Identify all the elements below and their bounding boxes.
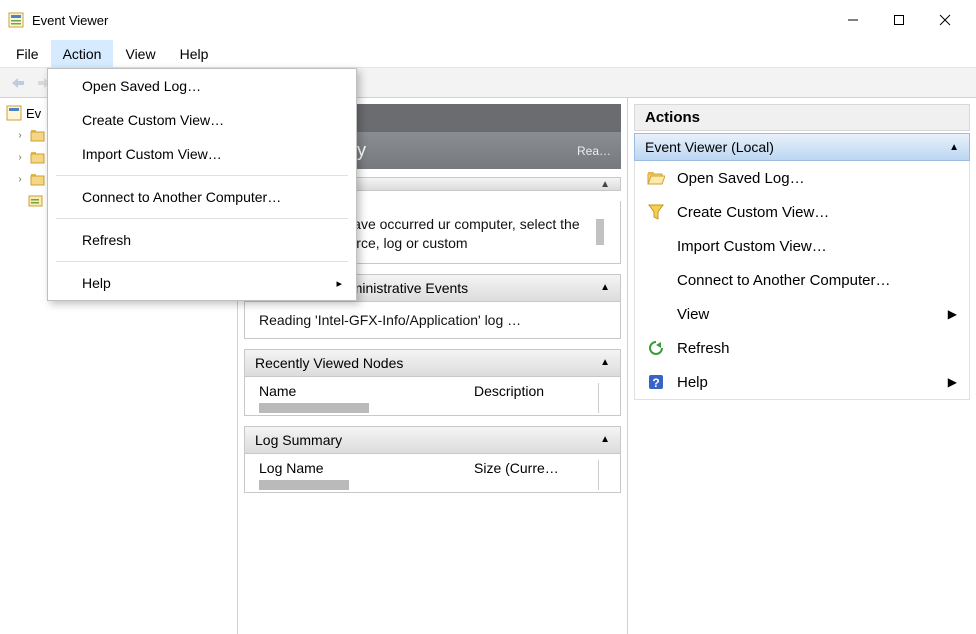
log-summary-group: Log Summary ▲ Log Name Size (Curre… <box>244 426 621 493</box>
actions-list: Open Saved Log… Create Custom View… Impo… <box>634 161 970 400</box>
action-help-submenu[interactable]: ? Help ▶ <box>635 365 969 399</box>
action-open-saved-log[interactable]: Open Saved Log… <box>635 161 969 195</box>
menu-separator <box>56 218 348 219</box>
action-view-submenu[interactable]: View ▶ <box>635 297 969 331</box>
actions-pane: Actions Event Viewer (Local) ▲ Open Save… <box>628 98 976 634</box>
app-small-icon <box>6 105 22 121</box>
collapse-icon[interactable]: ▲ <box>949 142 959 153</box>
menu-refresh[interactable]: Refresh <box>48 223 356 257</box>
close-button[interactable] <box>922 4 968 36</box>
menu-separator <box>56 175 348 176</box>
recent-nodes-columns: Name Description <box>245 377 620 415</box>
tree-expander-icon[interactable]: › <box>14 130 26 141</box>
column-size[interactable]: Size (Curre… <box>474 460 559 476</box>
column-description[interactable]: Description <box>474 383 544 399</box>
menu-help-submenu[interactable]: Help▸ <box>48 266 356 300</box>
collapse-icon[interactable]: ▲ <box>600 282 610 293</box>
funnel-icon <box>647 203 665 221</box>
loading-bar <box>259 403 369 413</box>
menu-bar: File Action View Help <box>0 40 976 68</box>
menu-separator <box>56 261 348 262</box>
menu-action[interactable]: Action <box>51 40 114 67</box>
recent-nodes-header[interactable]: Recently Viewed Nodes ▲ <box>245 350 620 377</box>
collapse-icon[interactable]: ▲ <box>600 357 610 368</box>
scrollbar-thumb[interactable] <box>596 215 606 245</box>
folder-open-icon <box>647 169 665 187</box>
menu-open-saved-log[interactable]: Open Saved Log… <box>48 69 356 103</box>
action-label: Import Custom View… <box>677 238 827 255</box>
collapse-icon[interactable]: ▲ <box>600 434 610 445</box>
action-connect-computer[interactable]: Connect to Another Computer… <box>635 263 969 297</box>
blank-icon <box>647 271 665 289</box>
tree-expander-icon[interactable]: › <box>14 152 26 163</box>
action-label: Open Saved Log… <box>677 170 805 187</box>
blank-icon <box>647 237 665 255</box>
folder-icon <box>30 127 46 143</box>
subscriptions-icon <box>28 193 44 209</box>
menu-import-custom-view[interactable]: Import Custom View… <box>48 137 356 171</box>
actions-section-header[interactable]: Event Viewer (Local) ▲ <box>634 133 970 161</box>
app-icon <box>8 12 24 28</box>
maximize-button[interactable] <box>876 4 922 36</box>
detail-subheader-status: Rea… <box>577 144 611 158</box>
admin-events-body: Reading 'Intel-GFX-Info/Application' log… <box>245 302 620 338</box>
action-label: View <box>677 306 709 323</box>
log-summary-header[interactable]: Log Summary ▲ <box>245 427 620 454</box>
submenu-arrow-icon: ▸ <box>336 277 342 290</box>
help-icon: ? <box>647 373 665 391</box>
refresh-icon <box>647 339 665 357</box>
action-label: Create Custom View… <box>677 204 829 221</box>
loading-bar <box>259 480 349 490</box>
action-refresh[interactable]: Refresh <box>635 331 969 365</box>
action-label: Refresh <box>677 340 730 357</box>
action-label: Help <box>677 374 708 391</box>
actions-pane-title: Actions <box>634 104 970 131</box>
log-summary-columns: Log Name Size (Curre… <box>245 454 620 492</box>
tree-root-label: Ev <box>26 106 41 121</box>
submenu-arrow-icon: ▶ <box>948 307 957 321</box>
submenu-arrow-icon: ▶ <box>948 375 957 389</box>
folder-icon <box>30 171 46 187</box>
tree-expander-icon[interactable]: › <box>14 174 26 185</box>
action-import-custom-view[interactable]: Import Custom View… <box>635 229 969 263</box>
window-title: Event Viewer <box>32 13 108 28</box>
minimize-button[interactable] <box>830 4 876 36</box>
column-logname[interactable]: Log Name <box>259 460 324 476</box>
blank-icon <box>647 305 665 323</box>
action-label: Connect to Another Computer… <box>677 272 890 289</box>
action-menu-dropdown: Open Saved Log… Create Custom View… Impo… <box>47 68 357 301</box>
nav-back-icon[interactable] <box>8 73 28 93</box>
column-name[interactable]: Name <box>259 383 296 399</box>
svg-text:?: ? <box>652 376 659 390</box>
menu-connect-computer[interactable]: Connect to Another Computer… <box>48 180 356 214</box>
menu-help[interactable]: Help <box>168 40 221 67</box>
action-create-custom-view[interactable]: Create Custom View… <box>635 195 969 229</box>
title-bar: Event Viewer <box>0 0 976 40</box>
menu-file[interactable]: File <box>4 40 51 67</box>
recent-nodes-group: Recently Viewed Nodes ▲ Name Description <box>244 349 621 416</box>
menu-view[interactable]: View <box>113 40 167 67</box>
folder-icon <box>30 149 46 165</box>
menu-create-custom-view[interactable]: Create Custom View… <box>48 103 356 137</box>
